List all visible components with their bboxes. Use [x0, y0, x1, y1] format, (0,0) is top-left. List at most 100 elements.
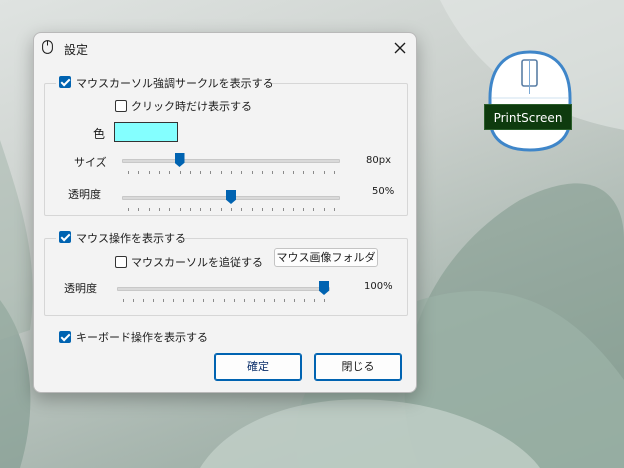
click-only-label: クリック時だけ表示する: [131, 100, 252, 113]
slider-tick: [189, 171, 191, 174]
slider-tick: [189, 208, 191, 211]
slider-tick: [292, 208, 294, 211]
slider-tick: [241, 208, 243, 211]
slider-tick: [200, 208, 202, 211]
mouse-overlay-icon: [488, 50, 572, 152]
close-icon[interactable]: [390, 38, 410, 58]
title-bar: 設定: [34, 33, 416, 63]
color-swatch[interactable]: [114, 122, 178, 142]
ok-button-label: 確定: [247, 360, 269, 373]
circle-opacity-slider-thumb[interactable]: [226, 190, 236, 204]
size-value: 80px: [366, 155, 391, 166]
mouse-icon: [42, 40, 53, 54]
slider-tick: [203, 299, 205, 302]
slider-tick: [158, 171, 160, 174]
circle-opacity-label: 透明度: [68, 188, 101, 201]
slider-tick: [123, 299, 124, 302]
mouse-opacity-value: 100%: [364, 281, 393, 292]
slider-tick: [251, 171, 253, 174]
follow-cursor-checkbox[interactable]: [115, 256, 127, 268]
close-button-label: 閉じる: [341, 360, 375, 373]
slider-tick: [213, 299, 215, 302]
slider-tick: [148, 208, 150, 211]
close-button[interactable]: 閉じる: [314, 353, 402, 381]
slider-tick: [303, 171, 305, 174]
show-keyboard-label: キーボード操作を表示する: [76, 331, 208, 344]
slider-tick: [313, 171, 315, 174]
slider-tick: [158, 208, 160, 211]
show-circle-label: マウスカーソル強調サークルを表示する: [76, 77, 274, 90]
slider-tick: [179, 208, 181, 211]
slider-tick: [303, 208, 305, 211]
settings-dialog: 設定 マウスカーソル強調サークルを表示する クリック時だけ表示する 色 サイズ …: [33, 32, 417, 393]
mouse-opacity-slider-thumb[interactable]: [319, 281, 329, 295]
slider-tick: [223, 299, 225, 302]
slider-tick: [272, 208, 274, 211]
slider-tick: [133, 299, 135, 302]
slider-tick: [323, 208, 325, 211]
printscreen-key-label: PrintScreen: [484, 104, 572, 130]
slider-tick: [173, 299, 175, 302]
mouse-opacity-label: 透明度: [64, 282, 97, 295]
follow-cursor-label: マウスカーソルを追従する: [131, 256, 263, 269]
slider-tick: [323, 171, 325, 174]
slider-tick: [261, 171, 263, 174]
size-slider[interactable]: [122, 153, 340, 177]
slider-tick: [128, 208, 129, 211]
slider-tick: [179, 171, 181, 174]
slider-tick: [261, 208, 263, 211]
slider-tick: [292, 171, 294, 174]
dialog-title: 設定: [64, 43, 89, 57]
slider-tick: [193, 299, 195, 302]
show-keyboard-checkbox[interactable]: [59, 331, 71, 343]
slider-tick: [220, 171, 222, 174]
slider-tick: [143, 299, 145, 302]
mouse-group-legend: マウス操作を表示する: [56, 229, 186, 245]
slider-tick: [282, 208, 284, 211]
slider-tick: [169, 171, 171, 174]
slider-tick: [128, 171, 129, 174]
slider-tick: [251, 208, 253, 211]
slider-tick: [273, 299, 275, 302]
show-mouse-checkbox[interactable]: [59, 231, 71, 243]
size-label: サイズ: [74, 156, 107, 169]
slider-tick: [233, 299, 235, 302]
slider-tick: [293, 299, 295, 302]
slider-tick: [313, 299, 315, 302]
slider-tick: [163, 299, 165, 302]
show-circle-checkbox[interactable]: [59, 76, 71, 88]
slider-tick: [210, 208, 212, 211]
slider-tick: [138, 171, 140, 174]
slider-tick: [200, 171, 202, 174]
slider-tick: [324, 299, 325, 302]
slider-tick: [220, 208, 222, 211]
slider-tick: [334, 208, 335, 211]
color-label: 色: [93, 127, 106, 141]
slider-tick: [243, 299, 245, 302]
slider-tick: [210, 171, 212, 174]
slider-tick: [138, 208, 140, 211]
mouse-opacity-slider[interactable]: [117, 281, 330, 305]
slider-tick: [303, 299, 305, 302]
slider-tick: [231, 171, 232, 174]
slider-tick: [313, 208, 315, 211]
circle-opacity-slider[interactable]: [122, 190, 340, 214]
slider-tick: [334, 171, 335, 174]
slider-tick: [148, 171, 150, 174]
slider-tick: [283, 299, 285, 302]
click-only-checkbox[interactable]: [115, 100, 127, 112]
show-mouse-label: マウス操作を表示する: [76, 232, 186, 245]
circle-group-legend: マウスカーソル強調サークルを表示する: [56, 74, 274, 90]
slider-tick: [241, 171, 243, 174]
size-slider-thumb[interactable]: [174, 153, 185, 167]
mouse-image-folder-button[interactable]: マウス画像フォルダ: [274, 248, 378, 267]
slider-tick: [272, 171, 274, 174]
circle-opacity-value: 50%: [372, 186, 395, 197]
slider-tick: [231, 208, 232, 211]
slider-tick: [282, 171, 284, 174]
ok-button[interactable]: 確定: [214, 353, 302, 381]
mouse-image-folder-label: マウス画像フォルダ: [276, 251, 376, 264]
slider-tick: [253, 299, 255, 302]
slider-tick: [183, 299, 185, 302]
slider-tick: [169, 208, 171, 211]
